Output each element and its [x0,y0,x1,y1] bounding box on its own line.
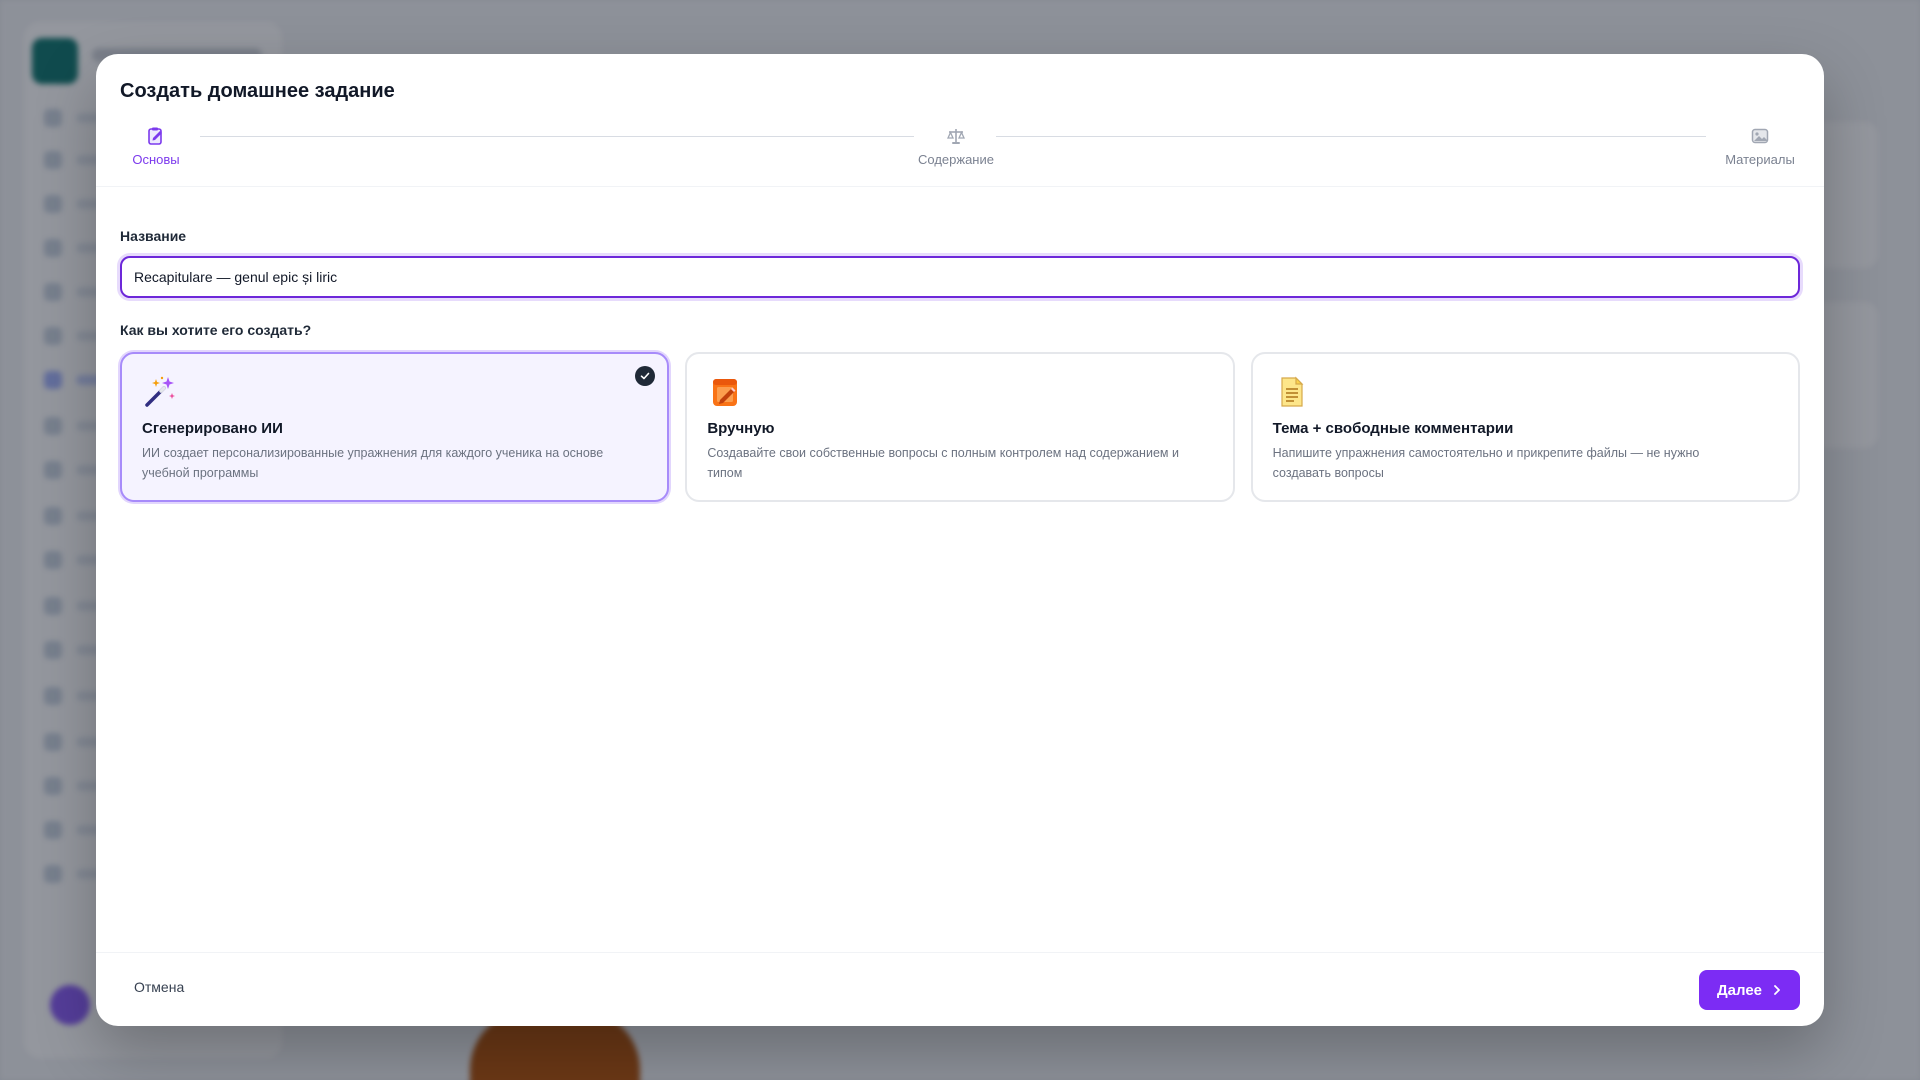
cancel-button[interactable]: Отмена [134,979,184,995]
option-description: Создавайте свои собственные вопросы с по… [707,446,1179,480]
creation-method-label: Как вы хотите его создать? [120,322,312,338]
modal-footer: Отмена Далее [96,952,1824,1026]
creation-method-options: Сгенерировано ИИ ИИ создает персонализир… [120,352,1800,502]
option-topic-free-comments[interactable]: Тема + свободные комментарии Напишите уп… [1250,352,1800,502]
magic-wand-icon [145,376,175,407]
step-content[interactable]: Содержание [901,126,1011,167]
next-button[interactable]: Далее [1698,970,1800,1010]
option-description: ИИ создает персонализированные упражнени… [142,446,604,480]
option-title: Вручную [707,420,775,437]
document-icon [1281,376,1304,407]
option-ai-generated[interactable]: Сгенерировано ИИ ИИ создает персонализир… [120,352,670,502]
option-title: Сгенерировано ИИ [142,420,283,437]
step-materials[interactable]: Материалы [1705,126,1815,167]
notebook-pencil-icon [713,379,738,406]
clipboard-edit-icon [148,127,162,145]
modal-title: Создать домашнее задание [120,80,395,102]
modal-header: Создать домашнее задание Основы Содержан… [96,54,1824,187]
option-title: Тема + свободные комментарии [1272,420,1514,437]
selected-check-icon [635,366,656,386]
option-description: Напишите упражнения самостоятельно и при… [1272,446,1700,480]
step-basics[interactable]: Основы [101,126,211,167]
stepper-connector [996,136,1706,137]
stepper-connector [200,136,914,137]
name-input[interactable] [120,256,1800,298]
create-homework-modal: Создать домашнее задание Основы Содержан… [96,54,1824,1026]
step-label: Содержание [918,152,994,167]
step-label: Материалы [1725,152,1795,167]
name-field-label: Название [120,228,187,244]
chevron-right-icon [1774,985,1780,995]
stepper: Основы Содержание Материалы [120,126,1800,174]
scales-icon [946,129,966,144]
images-icon [1751,128,1769,144]
next-button-label: Далее [1716,981,1762,999]
step-label: Основы [132,152,180,167]
option-manual[interactable]: Вручную Создавайте свои собственные вопр… [685,352,1235,502]
